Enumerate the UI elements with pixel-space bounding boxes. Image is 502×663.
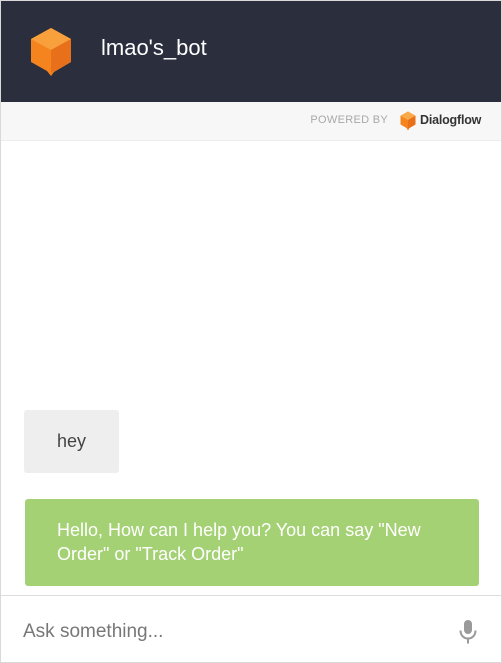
chat-messages[interactable]: hey Hello, How can I help you? You can s… <box>1 141 501 595</box>
microphone-icon[interactable] <box>455 618 481 646</box>
chat-header: lmao's_bot <box>1 1 501 102</box>
dialogflow-icon <box>400 111 416 131</box>
user-message: hey <box>24 410 119 473</box>
ask-input[interactable] <box>23 616 423 648</box>
dialogflow-cube-icon <box>30 27 72 77</box>
chat-widget: lmao's_bot POWERED BY Dialogflow hey Hel… <box>0 0 502 663</box>
input-bar <box>1 595 501 662</box>
powered-by-bar: POWERED BY Dialogflow <box>1 102 501 141</box>
powered-by-label: POWERED BY <box>310 114 388 126</box>
dialogflow-brand: Dialogflow <box>420 113 482 127</box>
bot-name: lmao's_bot <box>101 35 207 60</box>
bot-message: Hello, How can I help you? You can say "… <box>25 499 479 586</box>
